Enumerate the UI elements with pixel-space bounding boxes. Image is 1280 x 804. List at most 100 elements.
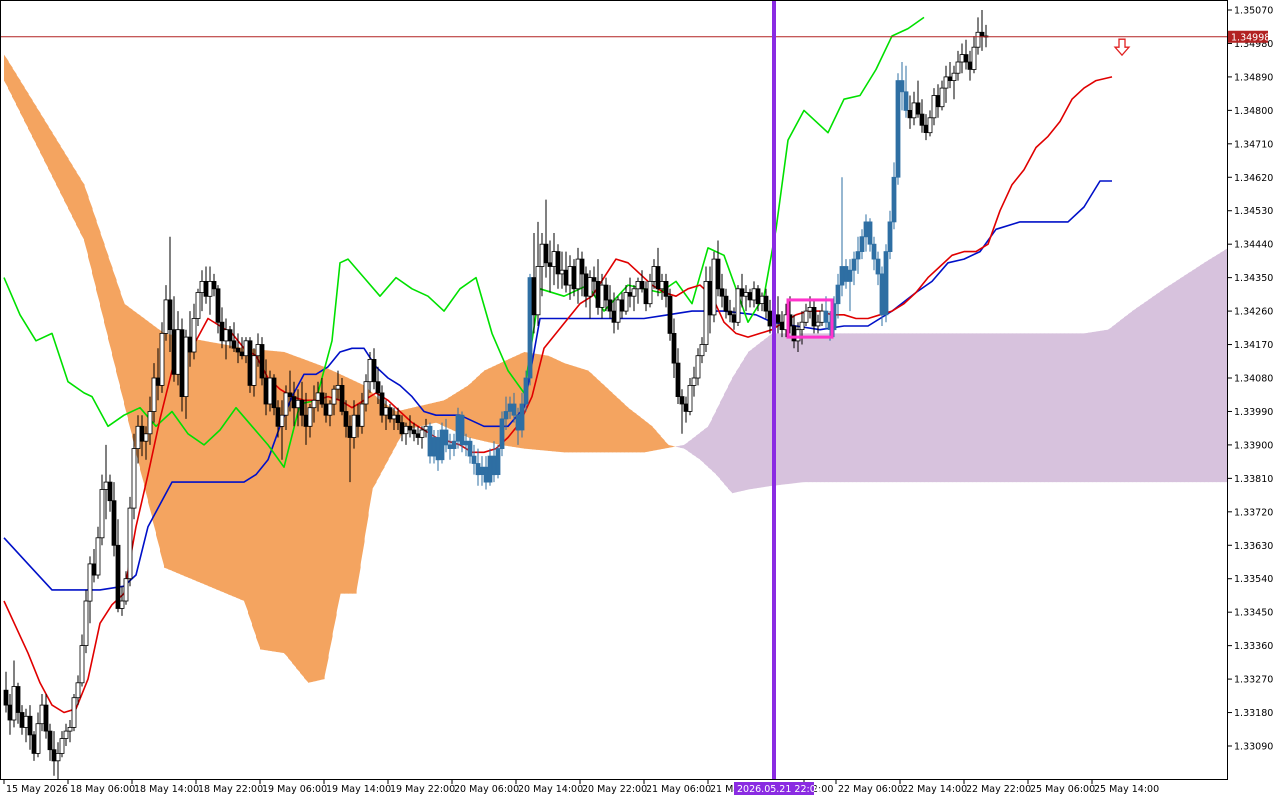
candle-body	[147, 411, 153, 435]
candle	[735, 285, 741, 326]
kumo-segment-bearish	[712, 410, 717, 475]
kumo-segment-bearish	[1004, 333, 1009, 483]
candle-body	[167, 299, 173, 330]
kumo-segment-bearish	[740, 358, 745, 492]
candle-body	[891, 176, 897, 223]
price-tick-label: 1.33090	[1234, 742, 1273, 753]
candle-body	[763, 295, 769, 312]
candle-body	[819, 310, 825, 323]
kumo-segment-bearish	[1028, 333, 1033, 483]
kumo-segment-bullish	[76, 171, 81, 233]
kumo-segment-bearish	[836, 333, 841, 483]
kumo-segment-bullish	[80, 178, 85, 241]
kumo-segment-bearish	[956, 333, 961, 483]
candle-body	[399, 422, 405, 435]
kumo-segment-bearish	[1132, 308, 1137, 483]
kumo-segment-bearish	[880, 333, 885, 483]
kumo-segment-bullish	[488, 366, 493, 444]
candle-body	[619, 299, 625, 312]
kumo-segment-bearish	[1208, 257, 1213, 483]
kumo-segment-bullish	[40, 113, 45, 161]
price-tick-label: 1.34800	[1234, 106, 1273, 117]
candle-body	[663, 280, 669, 297]
kumo-segment-bullish	[416, 405, 421, 428]
candle-body	[475, 463, 481, 476]
kumo-segment-bullish	[224, 344, 229, 595]
kumo-segment-bullish	[540, 354, 545, 451]
kumo-segment-bearish	[948, 333, 953, 483]
kumo-segment-bullish	[348, 378, 353, 594]
candle-body	[339, 384, 345, 412]
candle-body	[907, 110, 913, 119]
candle-body	[327, 403, 333, 416]
candle-body	[263, 377, 269, 405]
kumo-segment-bullish	[64, 152, 69, 209]
kumo-segment-bearish	[1120, 317, 1125, 483]
kumo-segment-bullish	[576, 366, 581, 453]
kumo-segment-bullish	[556, 359, 561, 452]
candle-body	[951, 72, 957, 81]
candle-body	[463, 440, 469, 446]
kumo-segment-bullish	[164, 333, 169, 570]
candle-body	[691, 377, 697, 386]
candle-body	[483, 466, 489, 483]
kumo-segment-bullish	[560, 361, 565, 453]
kumo-segment-bullish	[592, 374, 597, 453]
candle-body	[103, 481, 109, 490]
kumo-segment-bearish	[984, 333, 989, 483]
price-tick-label: 1.33450	[1234, 608, 1273, 619]
kumo-segment-bearish	[896, 333, 901, 483]
candle-body	[39, 704, 45, 725]
candle-body	[843, 266, 849, 282]
candle-body	[735, 288, 741, 323]
kumo-segment-bullish	[228, 345, 233, 597]
candle-body	[135, 425, 141, 449]
kumo-segment-bearish	[1052, 333, 1057, 483]
kumo-segment-bearish	[968, 333, 973, 483]
candle-body	[255, 344, 261, 357]
kumo-segment-bearish	[952, 333, 957, 483]
candle-body	[495, 448, 501, 476]
candle-body	[751, 288, 757, 301]
ichimoku-chart[interactable]: 1.35070 1.34980 1.34890 1.34800 1.34710 1.346…	[0, 0, 1280, 800]
time-tick-label: 15 May 2026	[6, 784, 68, 795]
kumo-segment-bearish	[828, 333, 833, 483]
kumo-segment-bearish	[1164, 286, 1169, 483]
kumo-segment-bearish	[1084, 332, 1089, 483]
vertical-marker-tag-label: 2026.05.21 22:00	[737, 784, 822, 795]
kumo-segment-bullish	[484, 368, 489, 443]
kumo-segment-bearish	[816, 333, 821, 483]
time-tick-label: 22 May 22:00	[966, 784, 1031, 795]
kumo-segment-bearish	[716, 402, 721, 480]
candle-body	[139, 425, 145, 442]
kumo-segment-bearish	[1068, 333, 1073, 483]
candle-body	[95, 537, 101, 576]
kumo-segment-bearish	[988, 333, 993, 483]
price-tick-label: 1.33540	[1234, 574, 1273, 585]
candle-body	[923, 124, 929, 133]
kumo-segment-bullish	[236, 346, 241, 600]
kumo-segment-bearish	[1072, 333, 1077, 483]
candle-body	[903, 91, 909, 111]
kumo-segment-bearish	[1112, 323, 1117, 483]
candle	[667, 288, 673, 341]
candle-body	[107, 481, 113, 502]
candle-body	[111, 500, 117, 546]
kumo-segment-bullish	[204, 340, 209, 586]
kumo-segment-bearish	[776, 333, 781, 486]
kumo-segment-bearish	[800, 333, 805, 483]
kumo-segment-bullish	[44, 119, 49, 169]
kumo-segment-bullish	[152, 324, 157, 535]
candle-body	[655, 266, 661, 290]
candle	[895, 73, 901, 185]
kumo-segment-bearish	[864, 333, 869, 483]
candle-body	[15, 686, 21, 713]
candle-body	[387, 407, 393, 420]
candle-body	[223, 329, 229, 342]
candle-body	[307, 407, 313, 427]
candle-body	[559, 269, 565, 275]
kumo-segment-bullish	[116, 279, 121, 388]
candle-body	[283, 392, 289, 416]
candle-body	[683, 403, 689, 412]
candle-body	[527, 277, 533, 379]
